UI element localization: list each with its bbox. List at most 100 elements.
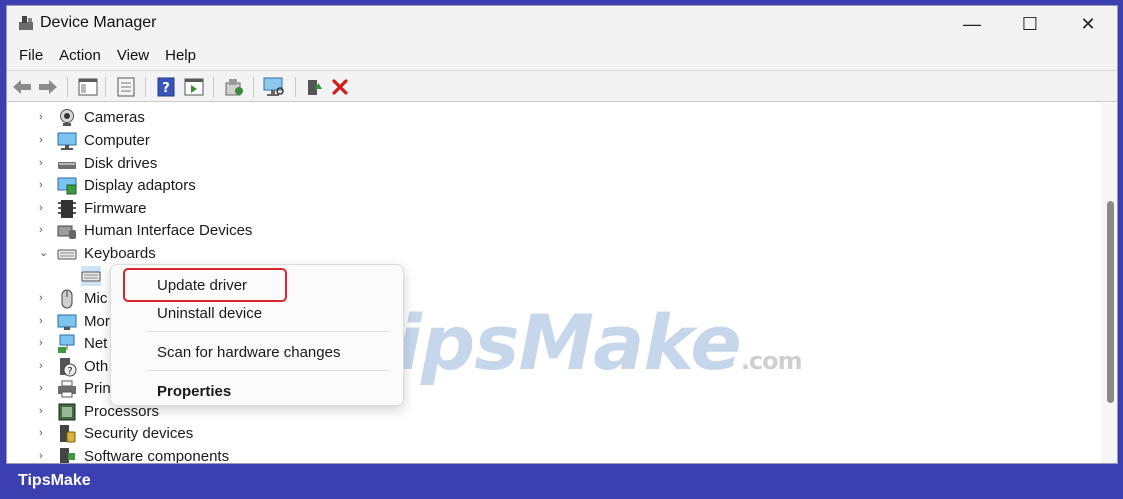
svg-text:?: ? [67,366,72,377]
scan-hardware-button[interactable] [263,76,285,98]
tree-item-label: Cameras [84,109,145,126]
printer-icon [58,380,76,398]
update-driver-highlight [123,268,287,302]
show-hide-console-tree-button[interactable] [77,76,99,98]
context-uninstall-device[interactable]: Uninstall device [157,305,262,322]
chevron-right-icon[interactable]: › [39,315,51,327]
chevron-right-icon[interactable]: › [39,202,51,214]
tree-item-label: Computer [84,132,150,149]
monitor-icon [57,314,77,330]
tree-item-label: Security devices [84,425,194,442]
tipsmake-watermark: TipsMake.com [345,298,803,387]
tree-item-label: Display adaptors [84,177,196,194]
tree-item-display-adaptors[interactable]: › Display adaptors [7,175,607,197]
action-pane-button[interactable] [183,76,205,98]
svg-text:?: ? [162,81,170,96]
window-title: Device Manager [40,14,157,31]
footer-brand: TipsMake [18,472,91,489]
tree-item-label: Mic [84,290,108,307]
hid-icon [57,225,76,239]
tree-item-disk-drives[interactable]: › Disk drives [7,153,607,175]
enable-device-button[interactable] [303,76,325,98]
chevron-right-icon[interactable]: › [39,337,51,349]
watermark-suffix: .com [740,347,803,375]
properties-button[interactable] [115,76,137,98]
chevron-right-icon[interactable]: › [39,360,51,372]
processor-icon [58,403,76,421]
chevron-right-icon[interactable]: › [39,427,51,439]
title-bar: Device Manager — ☐ ✕ [7,6,1117,42]
chevron-right-icon[interactable]: › [39,450,51,462]
tree-item-label: Keyboards [84,245,156,262]
tree-item-label: Prin [84,380,111,397]
close-icon: ✕ [1080,13,1096,34]
minimize-button[interactable]: — [943,6,1001,42]
display-adapter-icon [57,177,77,195]
disk-drive-icon [58,162,76,169]
network-icon [58,334,75,353]
enable-device-icon [308,80,322,95]
computer-icon [57,132,77,150]
context-scan-hardware[interactable]: Scan for hardware changes [157,344,340,361]
close-button[interactable]: ✕ [1059,6,1117,42]
action-pane-icon [184,78,204,96]
scrollbar-thumb[interactable] [1107,201,1114,403]
update-driver-icon [225,79,243,96]
tree-item-security-devices[interactable]: › Security devices [7,423,607,445]
vertical-scrollbar[interactable] [1101,103,1117,463]
uninstall-device-icon [332,79,348,95]
tree-item-label: Mor [84,313,110,330]
tree-item-software-components[interactable]: › Software components [7,446,607,464]
chevron-right-icon[interactable]: › [39,157,51,169]
tree-item-keyboards[interactable]: ⌄ Keyboards [7,243,607,265]
chevron-down-icon[interactable]: ⌄ [39,247,51,259]
keyboard-icon [57,249,77,260]
tree-item-firmware[interactable]: › Firmware [7,198,607,220]
camera-icon [60,109,74,126]
maximize-button[interactable]: ☐ [1001,6,1059,42]
tree-item-label: Oth [84,358,109,375]
properties-icon [117,77,135,97]
show-hide-console-tree-icon [78,78,98,96]
chevron-right-icon[interactable]: › [39,179,51,191]
chevron-right-icon[interactable]: › [39,292,51,304]
menu-help[interactable]: Help [157,42,204,70]
forward-button[interactable] [37,76,59,98]
software-component-icon [60,448,75,463]
back-button[interactable] [11,76,33,98]
menu-action[interactable]: Action [51,42,109,70]
update-driver-button[interactable] [223,76,245,98]
chevron-right-icon[interactable]: › [39,405,51,417]
help-icon: ? [157,77,175,97]
help-button[interactable]: ? [155,76,177,98]
tree-item-cameras[interactable]: › Cameras [7,107,607,129]
scan-hardware-icon [263,77,284,96]
tree-item-label: Firmware [84,200,147,217]
toolbar: ? [7,70,1117,102]
tree-item-human-interface-devices[interactable]: › Human Interface Devices [7,220,607,242]
context-properties[interactable]: Properties [157,383,231,400]
tree-item-computer[interactable]: › Computer [7,130,607,152]
tree-item-label: Software components [84,448,230,464]
device-manager-app-icon [19,16,33,30]
context-separator [147,370,389,371]
minimize-icon: — [963,13,981,34]
security-device-icon [60,425,76,443]
chevron-right-icon[interactable]: › [39,382,51,394]
back-arrow-icon [13,80,31,94]
tree-item-label: Net [84,335,108,352]
menu-view[interactable]: View [109,42,157,70]
footer-bar: TipsMake [0,464,1123,499]
chevron-right-icon[interactable]: › [39,111,51,123]
chevron-right-icon[interactable]: › [39,224,51,236]
keyboard-device-icon [81,266,101,286]
menu-file[interactable]: File [11,42,51,70]
context-separator [147,331,389,332]
menu-bar: File Action View Help [7,42,1117,70]
uninstall-device-button[interactable] [329,76,351,98]
maximize-icon: ☐ [1021,13,1039,34]
watermark-text: TipsMake [345,298,742,387]
chevron-right-icon[interactable]: › [39,134,51,146]
tree-item-label: Human Interface Devices [84,222,253,239]
tree-item-label: Disk drives [84,155,158,172]
